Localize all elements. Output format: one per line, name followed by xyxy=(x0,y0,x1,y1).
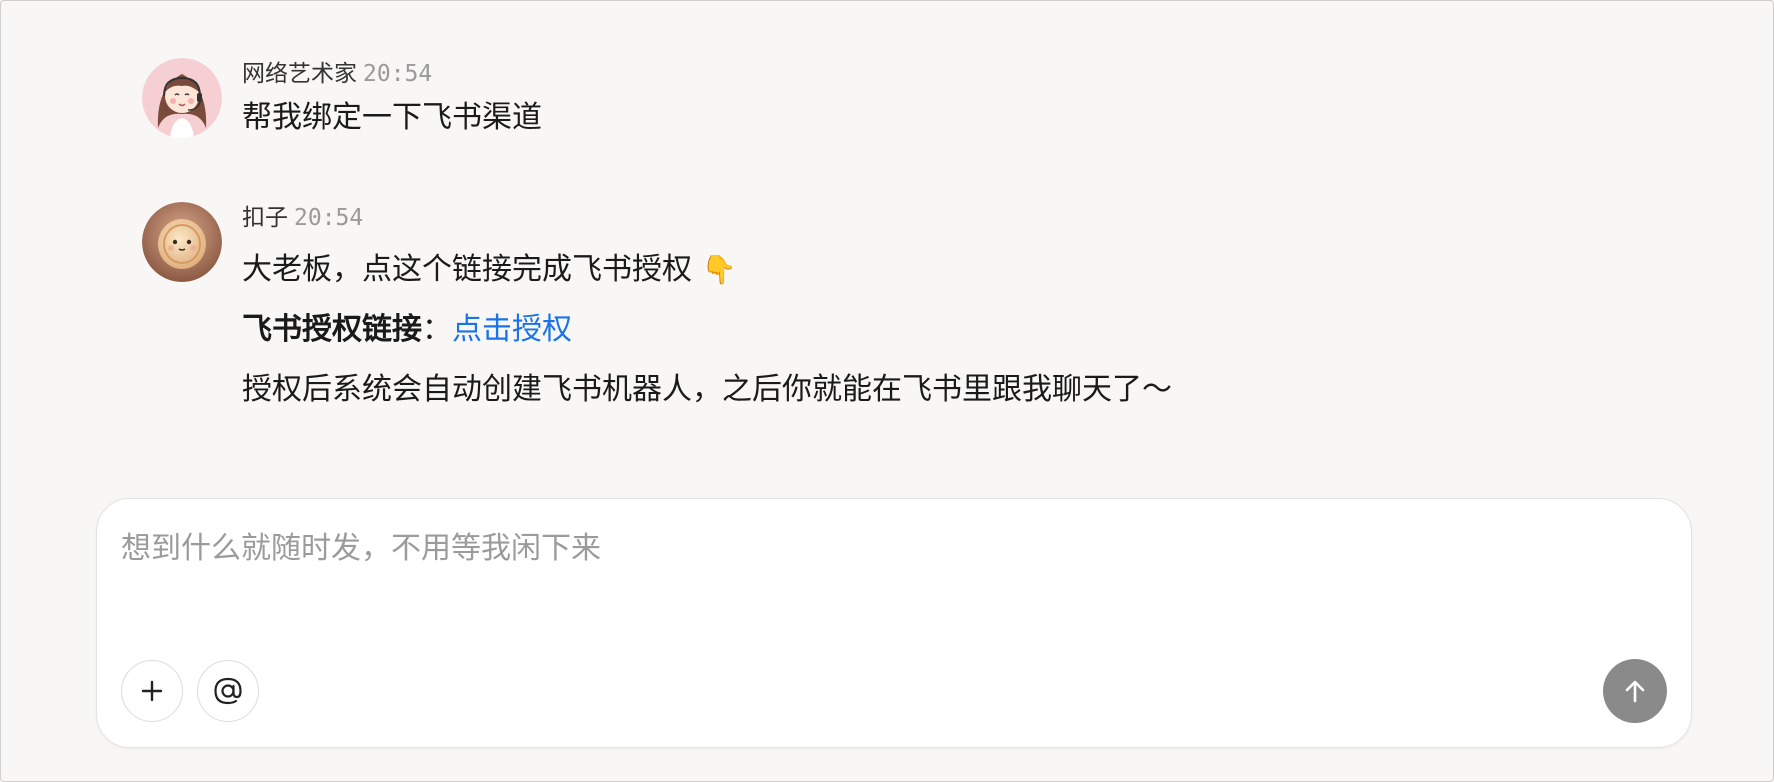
message-text: 大老板，点这个链接完成飞书授权 xyxy=(242,252,692,287)
at-icon xyxy=(214,677,242,705)
avatar[interactable] xyxy=(142,58,222,138)
mention-button[interactable] xyxy=(197,660,259,722)
send-button[interactable] xyxy=(1603,659,1667,723)
message-time: 20:54 xyxy=(363,61,433,87)
message-time: 20:54 xyxy=(294,205,364,231)
link-colon: ： xyxy=(422,312,452,347)
avatar[interactable] xyxy=(142,202,222,282)
sender-name: 网络艺术家 xyxy=(242,61,357,87)
message-composer xyxy=(96,498,1692,748)
plus-icon xyxy=(141,680,163,702)
message-text: 帮我绑定一下飞书渠道 xyxy=(242,100,542,135)
attach-button[interactable] xyxy=(121,660,183,722)
authorize-link[interactable]: 点击授权 xyxy=(452,312,572,347)
message-input[interactable] xyxy=(119,527,1663,641)
link-label: 飞书授权链接 xyxy=(242,312,422,347)
bot-avatar-icon xyxy=(142,202,222,282)
message-text: 授权后系统会自动创建飞书机器人，之后你就能在飞书里跟我聊天了～ xyxy=(242,372,1172,407)
user-avatar-icon xyxy=(142,58,222,138)
message-line: 飞书授权链接：点击授权 xyxy=(242,310,1172,350)
chat-window: 网络艺术家 20:54 帮我绑定一下飞书渠道 扣子 20:54 大老板，点这个链… xyxy=(0,0,1774,782)
message-line: 大老板，点这个链接完成飞书授权 👇 xyxy=(242,250,1172,290)
pointing-down-icon: 👇 xyxy=(701,253,737,286)
arrow-up-icon xyxy=(1625,680,1645,703)
sender-name: 扣子 xyxy=(242,205,288,231)
